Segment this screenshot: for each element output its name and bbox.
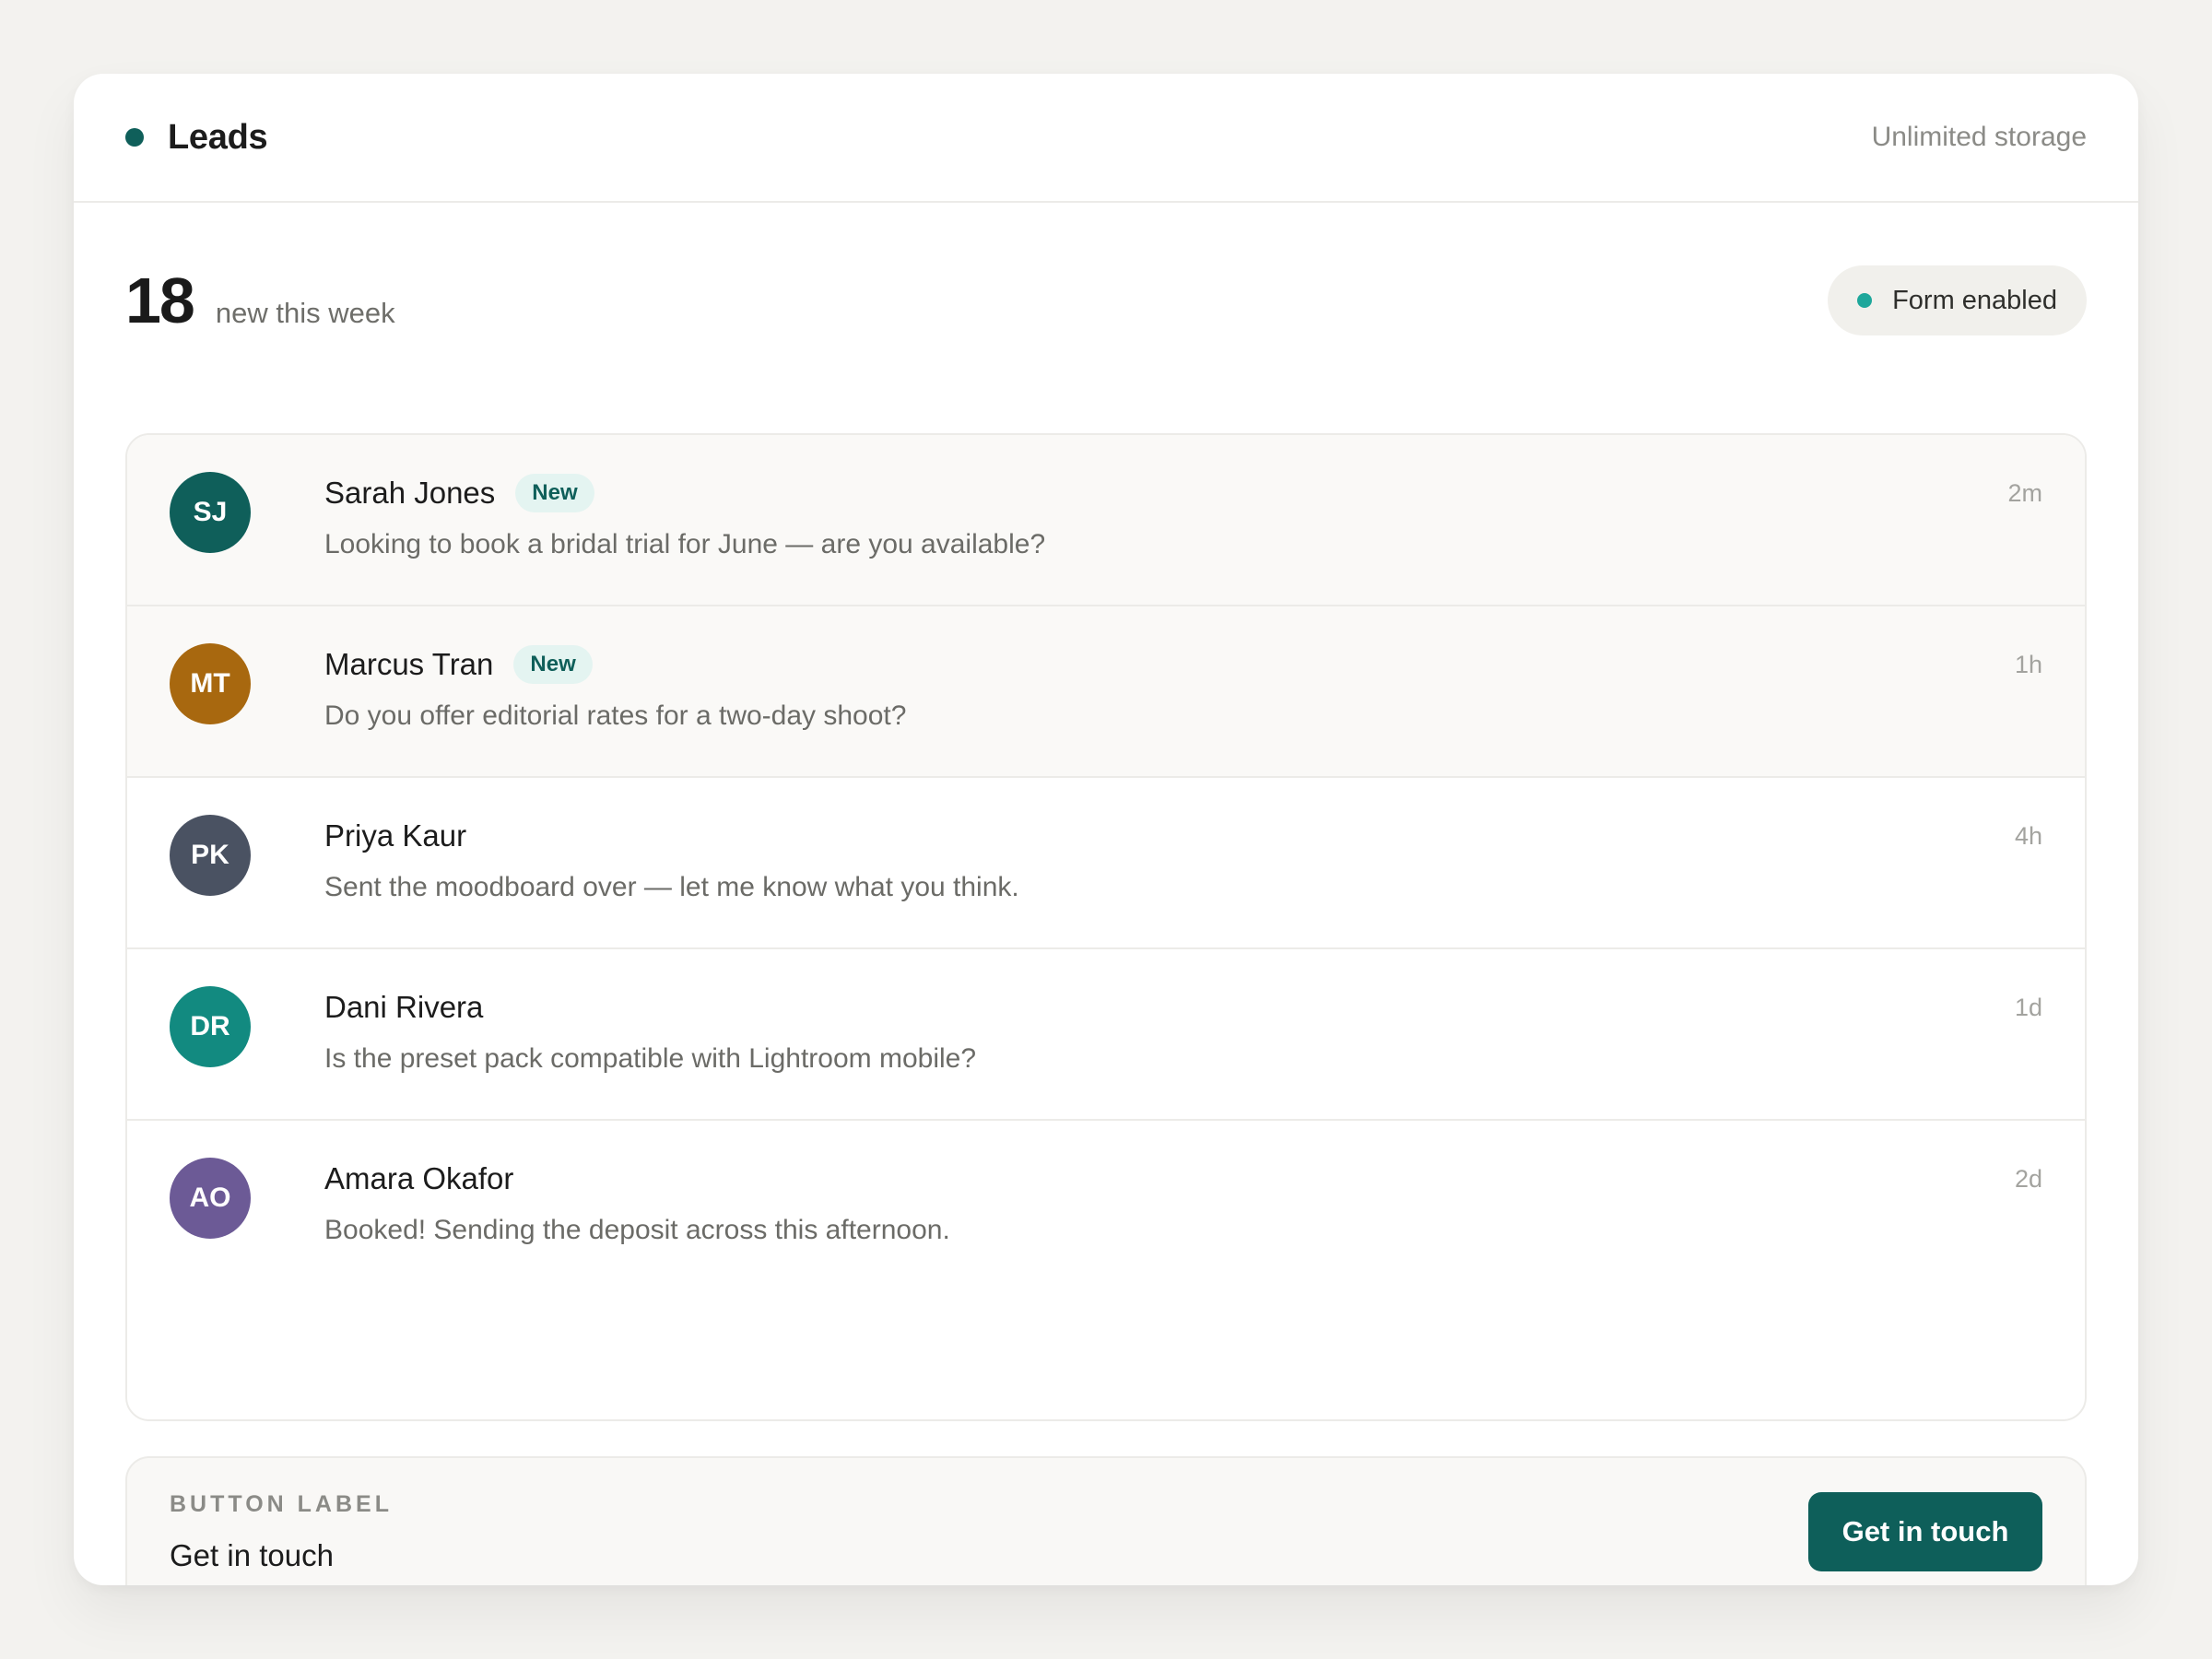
lead-timestamp: 1h	[2014, 651, 2042, 678]
get-in-touch-button[interactable]: Get in touch	[1808, 1492, 2042, 1571]
form-status-dot-icon	[1857, 293, 1873, 308]
list-item[interactable]: MT Marcus Tran New Do you offer editoria…	[127, 606, 2085, 778]
summary-count: 18 new this week	[125, 264, 395, 337]
lead-name: Sarah Jones	[324, 476, 496, 510]
leads-card: Leads Unlimited storage 18 new this week…	[74, 74, 2138, 1585]
lead-name: Marcus Tran	[324, 647, 494, 681]
list-item[interactable]: AO Amara Okafor Booked! Sending the depo…	[127, 1121, 2085, 1292]
avatar: SJ	[170, 472, 251, 553]
lead-body: Amara Okafor Booked! Sending the deposit…	[324, 1156, 2042, 1246]
lead-list: SJ Sarah Jones New Looking to book a bri…	[125, 433, 2087, 1421]
lead-message: Is the preset pack compatible with Light…	[324, 1043, 977, 1074]
status-dot-icon	[125, 128, 144, 147]
page-title: Leads	[168, 117, 268, 157]
list-item[interactable]: SJ Sarah Jones New Looking to book a bri…	[127, 435, 2085, 606]
lead-name: Priya Kaur	[324, 818, 467, 853]
lead-body: Priya Kaur Sent the moodboard over — let…	[324, 813, 2042, 903]
header-left: Leads	[125, 117, 268, 158]
cta-field-caption: Button label	[170, 1490, 393, 1517]
list-item[interactable]: PK Priya Kaur Sent the moodboard over — …	[127, 778, 2085, 949]
status-badge: New	[513, 645, 593, 684]
lead-name-line: Marcus Tran New	[324, 641, 2042, 688]
lead-name-line: Amara Okafor	[324, 1156, 2042, 1202]
lead-body: Dani Rivera Is the preset pack compatibl…	[324, 984, 2042, 1075]
lead-timestamp: 2m	[2007, 479, 2042, 507]
lead-timestamp: 1d	[2014, 994, 2042, 1021]
lead-message: Looking to book a bridal trial for June …	[324, 529, 1046, 559]
lead-name: Dani Rivera	[324, 990, 484, 1024]
lead-message: Sent the moodboard over — let me know wh…	[324, 872, 1019, 902]
lead-body: Sarah Jones New Looking to book a bridal…	[324, 470, 2042, 560]
lead-body: Marcus Tran New Do you offer editorial r…	[324, 641, 2042, 732]
cta-settings-panel: Button label Get in touch Get in touch	[125, 1456, 2087, 1585]
avatar: PK	[170, 815, 251, 896]
status-badge: New	[515, 474, 594, 512]
list-item[interactable]: DR Dani Rivera Is the preset pack compat…	[127, 949, 2085, 1121]
lead-name-line: Priya Kaur	[324, 813, 2042, 859]
storage-label: Unlimited storage	[1871, 122, 2087, 152]
avatar: MT	[170, 643, 251, 724]
lead-name-line: Dani Rivera	[324, 984, 2042, 1030]
card-header: Leads Unlimited storage	[74, 74, 2138, 203]
lead-timestamp: 4h	[2014, 822, 2042, 850]
lead-name-line: Sarah Jones New	[324, 470, 2042, 516]
lead-message: Do you offer editorial rates for a two-d…	[324, 700, 907, 731]
lead-message: Booked! Sending the deposit across this …	[324, 1215, 950, 1245]
new-leads-count: 18	[125, 265, 195, 336]
cta-text: Button label Get in touch	[170, 1491, 393, 1573]
cta-field-value[interactable]: Get in touch	[170, 1538, 393, 1573]
new-leads-caption: new this week	[215, 297, 395, 329]
form-status-toggle[interactable]: Form enabled	[1828, 265, 2087, 335]
form-status-label: Form enabled	[1892, 285, 2057, 315]
avatar: DR	[170, 986, 251, 1067]
summary: 18 new this week Form enabled	[125, 254, 2087, 347]
avatar: AO	[170, 1158, 251, 1239]
lead-timestamp: 2d	[2014, 1165, 2042, 1193]
lead-name: Amara Okafor	[324, 1161, 514, 1195]
